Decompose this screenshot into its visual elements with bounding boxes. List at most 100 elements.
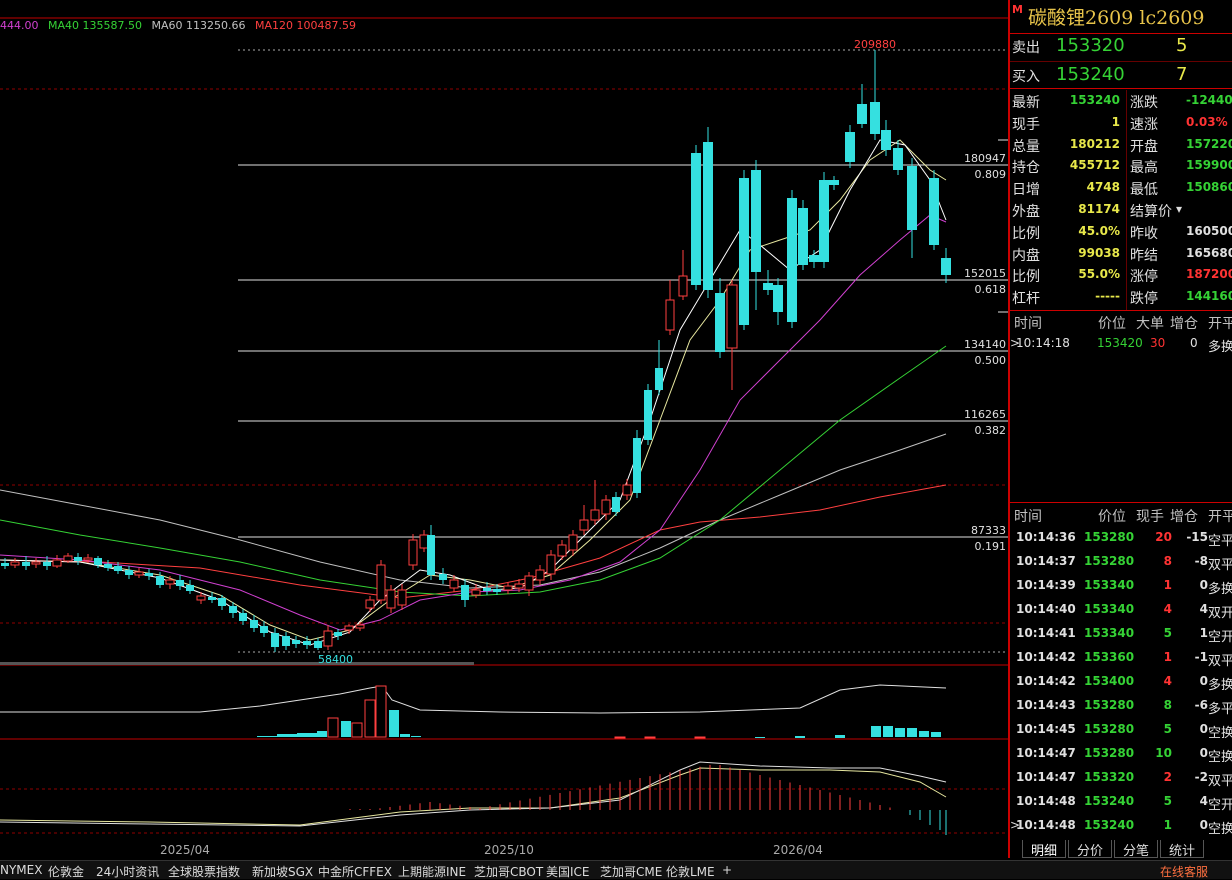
candle-body: [557, 544, 567, 557]
market-tab[interactable]: 伦敦LME: [666, 863, 715, 880]
candle-body: [218, 598, 226, 606]
candle-body: [186, 585, 194, 591]
date-label: 2025/10: [484, 843, 534, 857]
candle-body: [386, 589, 396, 609]
quote-key: 比例: [1012, 225, 1040, 242]
add-tab-button[interactable]: +: [722, 863, 732, 877]
quote-value: 1: [1111, 114, 1120, 129]
quote-value: -12440/7.51%: [1186, 93, 1232, 107]
high-price-label: 209880: [854, 38, 896, 51]
market-badge: M: [1012, 3, 1023, 16]
bid-price[interactable]: 153240: [1056, 64, 1125, 85]
candle-body: [282, 636, 290, 646]
candle-body: [773, 285, 783, 312]
volume-bar: [307, 733, 317, 737]
fib-price-label: 180947: [964, 152, 1006, 165]
fib-ratio-label: 0.500: [975, 354, 1007, 367]
candle-body: [787, 198, 797, 322]
chevron-down-icon[interactable]: ▾: [1176, 202, 1182, 216]
chart-grid: [0, 17, 1008, 834]
volume-bars: [0, 684, 947, 739]
market-tab[interactable]: 中金所CFFEX: [318, 863, 392, 880]
quote-row: 比例 55.0% 涨停 187200: [1010, 265, 1232, 287]
quote-value: 180212: [1069, 136, 1120, 151]
tab-detail[interactable]: 明细: [1022, 840, 1066, 859]
market-tab[interactable]: 芝加哥CBOT: [474, 863, 543, 880]
candle-body: [798, 208, 808, 265]
candle-body: [134, 571, 144, 576]
candle-body: [260, 626, 268, 633]
volume-bar: [364, 699, 376, 738]
ask-price[interactable]: 153320: [1056, 35, 1125, 56]
market-tab[interactable]: NYMEX: [0, 863, 42, 877]
candle-body: [196, 595, 206, 601]
candle-body: [239, 613, 247, 621]
fib-ratio-label: 0.618: [975, 283, 1007, 296]
quote-key: 最新: [1012, 95, 1040, 111]
candle-body: [726, 284, 738, 349]
quote-value: 0.03%: [1186, 114, 1228, 129]
candle-body: [633, 438, 641, 493]
market-tab[interactable]: 芝加哥CME: [600, 863, 662, 880]
candle-body: [449, 579, 459, 589]
volume-bar: [883, 726, 893, 737]
online-service-button[interactable]: 在线客服: [1160, 863, 1208, 880]
market-tab[interactable]: 美国ICE: [546, 863, 590, 880]
tab-stats[interactable]: 统计: [1160, 840, 1204, 859]
candle-body: [104, 564, 112, 568]
candle-body: [546, 554, 556, 575]
ask-volume: 5: [1176, 35, 1188, 56]
quote-value: 150860: [1186, 180, 1232, 195]
candle-body: [907, 166, 917, 230]
candle-body: [929, 178, 939, 245]
quote-panel: M 碳酸锂2609 lc2609 卖出 153320 5 买入 153240 7…: [1008, 0, 1232, 858]
tick-row: 10:14:39 153340 1 0 多换: [1016, 578, 1232, 597]
candle-body: [439, 574, 447, 580]
tick-row: 10:14:40 153340 4 4 双开: [1016, 602, 1232, 621]
candle-body: [156, 576, 164, 585]
quote-value: 55.0%: [1078, 267, 1120, 282]
kline-chart[interactable]: 180947 0.809 152015 0.618 134140 0.500 116265 0…: [0, 0, 1008, 841]
tab-price[interactable]: 分价: [1068, 840, 1112, 859]
contract-title: 碳酸锂2609 lc2609: [1028, 7, 1205, 29]
tab-tick[interactable]: 分笔: [1114, 840, 1158, 859]
column-header: 增仓: [1170, 509, 1198, 525]
candle-body: [229, 606, 237, 613]
market-tab[interactable]: 24小时资讯: [96, 863, 159, 880]
candle-body: [622, 484, 632, 496]
quote-value: 153240: [1069, 93, 1120, 107]
scroll-bar: [0, 662, 474, 665]
quote-key: 内盘: [1012, 247, 1040, 264]
market-tab[interactable]: 全球股票指数: [168, 863, 240, 880]
column-header: 开平: [1208, 509, 1232, 525]
candle-body: [893, 148, 903, 170]
candle-body: [208, 597, 216, 600]
volume-bar: [835, 735, 845, 738]
candle-body: [829, 180, 839, 185]
candle-body: [857, 104, 867, 124]
candle-body: [471, 589, 481, 596]
candle-body: [612, 497, 620, 512]
quote-key: 现手: [1012, 116, 1040, 133]
tick-row: 10:14:45 153280 5 0 空换: [1016, 722, 1232, 741]
candle-body: [665, 299, 675, 331]
tick-row: 10:14:41 153340 5 1 空开: [1016, 626, 1232, 645]
candle-body: [344, 625, 354, 631]
quote-key: 比例: [1012, 269, 1040, 286]
quote-value: 165680: [1186, 245, 1232, 260]
candle-body: [303, 641, 311, 645]
market-tab[interactable]: 新加坡SGX: [252, 863, 313, 880]
tick-row: 10:14:42 153400 4 0 多换: [1016, 674, 1232, 693]
volume-bar: [317, 731, 327, 737]
ma-legend-item: MA120 100487.59: [255, 19, 356, 32]
volume-bar: [871, 726, 881, 737]
candle-body: [691, 153, 701, 285]
volume-bar: [694, 736, 706, 739]
macd-dea-line: [0, 767, 947, 826]
ask-label: 卖出: [1012, 40, 1040, 56]
market-tab[interactable]: 伦敦金: [48, 863, 84, 880]
bid-volume: 7: [1176, 64, 1188, 85]
candle-body: [461, 585, 469, 600]
quote-value: 160500: [1186, 223, 1232, 238]
market-tab[interactable]: 上期能源INE: [398, 863, 466, 880]
